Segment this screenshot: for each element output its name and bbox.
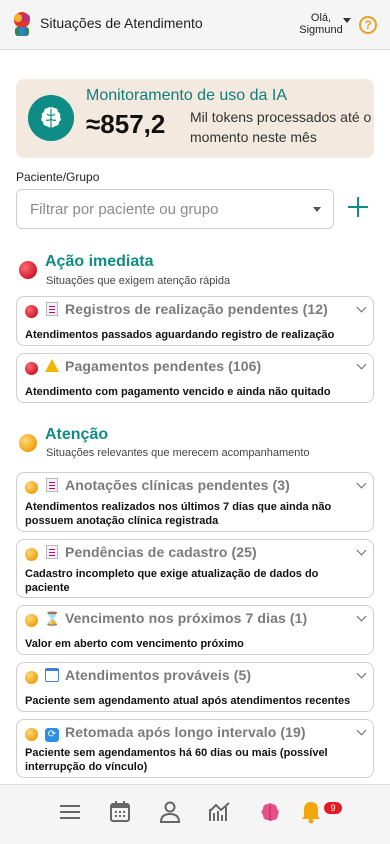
memo-icon xyxy=(44,478,60,494)
filter-placeholder: Filtrar por paciente ou grupo xyxy=(30,201,219,218)
situation-card[interactable]: Anotações clínicas pendentes (3) Atendim… xyxy=(16,472,374,532)
notification-badge: 9 xyxy=(324,802,342,814)
user-name: Sigmund xyxy=(299,24,343,36)
filter-label: Paciente/Grupo xyxy=(16,170,100,184)
section-title-urgent: Ação imediata xyxy=(45,253,154,270)
repeat-icon: ⟳ xyxy=(44,725,60,742)
card-title: Retomada após longo intervalo (19) xyxy=(65,724,306,740)
brain-icon xyxy=(28,95,74,141)
situation-card[interactable]: Pendências de cadastro (25) Cadastro inc… xyxy=(16,539,374,598)
ai-usage-description: Mil tokens processados até o momento nes… xyxy=(190,109,372,145)
chevron-down-icon xyxy=(313,207,321,212)
patient-group-select[interactable]: Filtrar por paciente ou grupo xyxy=(16,189,334,229)
card-title: Atendimentos prováveis (5) xyxy=(65,667,252,683)
chevron-down-icon[interactable] xyxy=(356,668,367,679)
hourglass-icon: ⌛ xyxy=(44,611,61,626)
app-logo-icon xyxy=(14,12,30,36)
situation-card[interactable]: Registros de realização pendentes (12) A… xyxy=(16,296,374,346)
ai-usage-value: ≈857,2 xyxy=(86,109,166,139)
warning-icon xyxy=(44,359,60,375)
bottom-nav: 9 xyxy=(0,784,390,844)
help-icon[interactable]: ? xyxy=(359,16,377,34)
user-menu[interactable]: Olá, Sigmund xyxy=(290,12,352,36)
analytics-icon[interactable] xyxy=(207,799,233,825)
situation-card[interactable]: ⌛ Vencimento nos próximos 7 dias (1) Val… xyxy=(16,605,374,655)
document-icon xyxy=(44,545,60,561)
situation-card[interactable]: Atendimentos prováveis (5) Paciente sem … xyxy=(16,662,374,712)
person-icon[interactable] xyxy=(157,799,183,825)
chevron-down-icon[interactable] xyxy=(343,18,351,23)
card-title: Registros de realização pendentes (12) xyxy=(65,301,328,317)
situation-card[interactable]: Pagamentos pendentes (106) Atendimento c… xyxy=(16,353,374,403)
chevron-down-icon[interactable] xyxy=(356,359,367,370)
chevron-down-icon[interactable] xyxy=(356,611,367,622)
situation-card[interactable]: ⟳ Retomada após longo intervalo (19) Pac… xyxy=(16,719,374,778)
card-description: Valor em aberto com vencimento próximo xyxy=(25,638,244,650)
menu-icon[interactable] xyxy=(57,799,83,825)
ai-usage-title: Monitoramento de uso da IA xyxy=(86,87,288,104)
card-description: Paciente sem agendamentos há 60 dias ou … xyxy=(25,747,328,773)
top-bar: Situações de Atendimento Olá, Sigmund ? xyxy=(0,0,390,50)
attention-dot-icon xyxy=(25,614,38,627)
card-description: Atendimento com pagamento vencido e aind… xyxy=(25,386,331,398)
section-subtitle-urgent: Situações que exigem atenção rápida xyxy=(46,275,231,287)
card-description: Atendimentos passados aguardando registr… xyxy=(25,329,335,341)
brain-icon[interactable] xyxy=(257,799,283,825)
attention-section-icon xyxy=(19,434,37,452)
chevron-down-icon[interactable] xyxy=(356,302,367,313)
urgent-dot-icon xyxy=(25,362,38,375)
add-button[interactable] xyxy=(344,193,372,221)
card-description: Paciente sem agendamento atual após aten… xyxy=(25,695,351,707)
section-subtitle-attention: Situações relevantes que merecem acompan… xyxy=(46,447,310,459)
card-description: Cadastro incompleto que exige atualizaçã… xyxy=(25,568,319,594)
memo-icon xyxy=(44,302,60,318)
chevron-down-icon[interactable] xyxy=(356,725,367,736)
chevron-down-icon[interactable] xyxy=(356,478,367,489)
urgent-dot-icon xyxy=(25,305,38,318)
bell-icon[interactable] xyxy=(298,799,324,825)
chevron-down-icon[interactable] xyxy=(356,545,367,556)
card-title: Pendências de cadastro (25) xyxy=(65,544,257,560)
attention-dot-icon xyxy=(25,548,38,561)
calendar-icon[interactable] xyxy=(107,799,133,825)
card-title: Anotações clínicas pendentes (3) xyxy=(65,477,290,493)
card-title: Pagamentos pendentes (106) xyxy=(65,358,262,374)
attention-dot-icon xyxy=(25,728,38,741)
page-title: Situações de Atendimento xyxy=(40,15,203,31)
section-title-attention: Atenção xyxy=(45,426,109,443)
attention-dot-icon xyxy=(25,671,38,684)
attention-dot-icon xyxy=(25,481,38,494)
calendar-icon xyxy=(44,668,60,684)
card-description: Atendimentos realizados nos últimos 7 di… xyxy=(25,501,332,527)
card-title: Vencimento nos próximos 7 dias (1) xyxy=(65,610,308,626)
ai-usage-card: Monitoramento de uso da IA ≈857,2 Mil to… xyxy=(16,79,374,158)
urgent-section-icon xyxy=(19,261,37,279)
